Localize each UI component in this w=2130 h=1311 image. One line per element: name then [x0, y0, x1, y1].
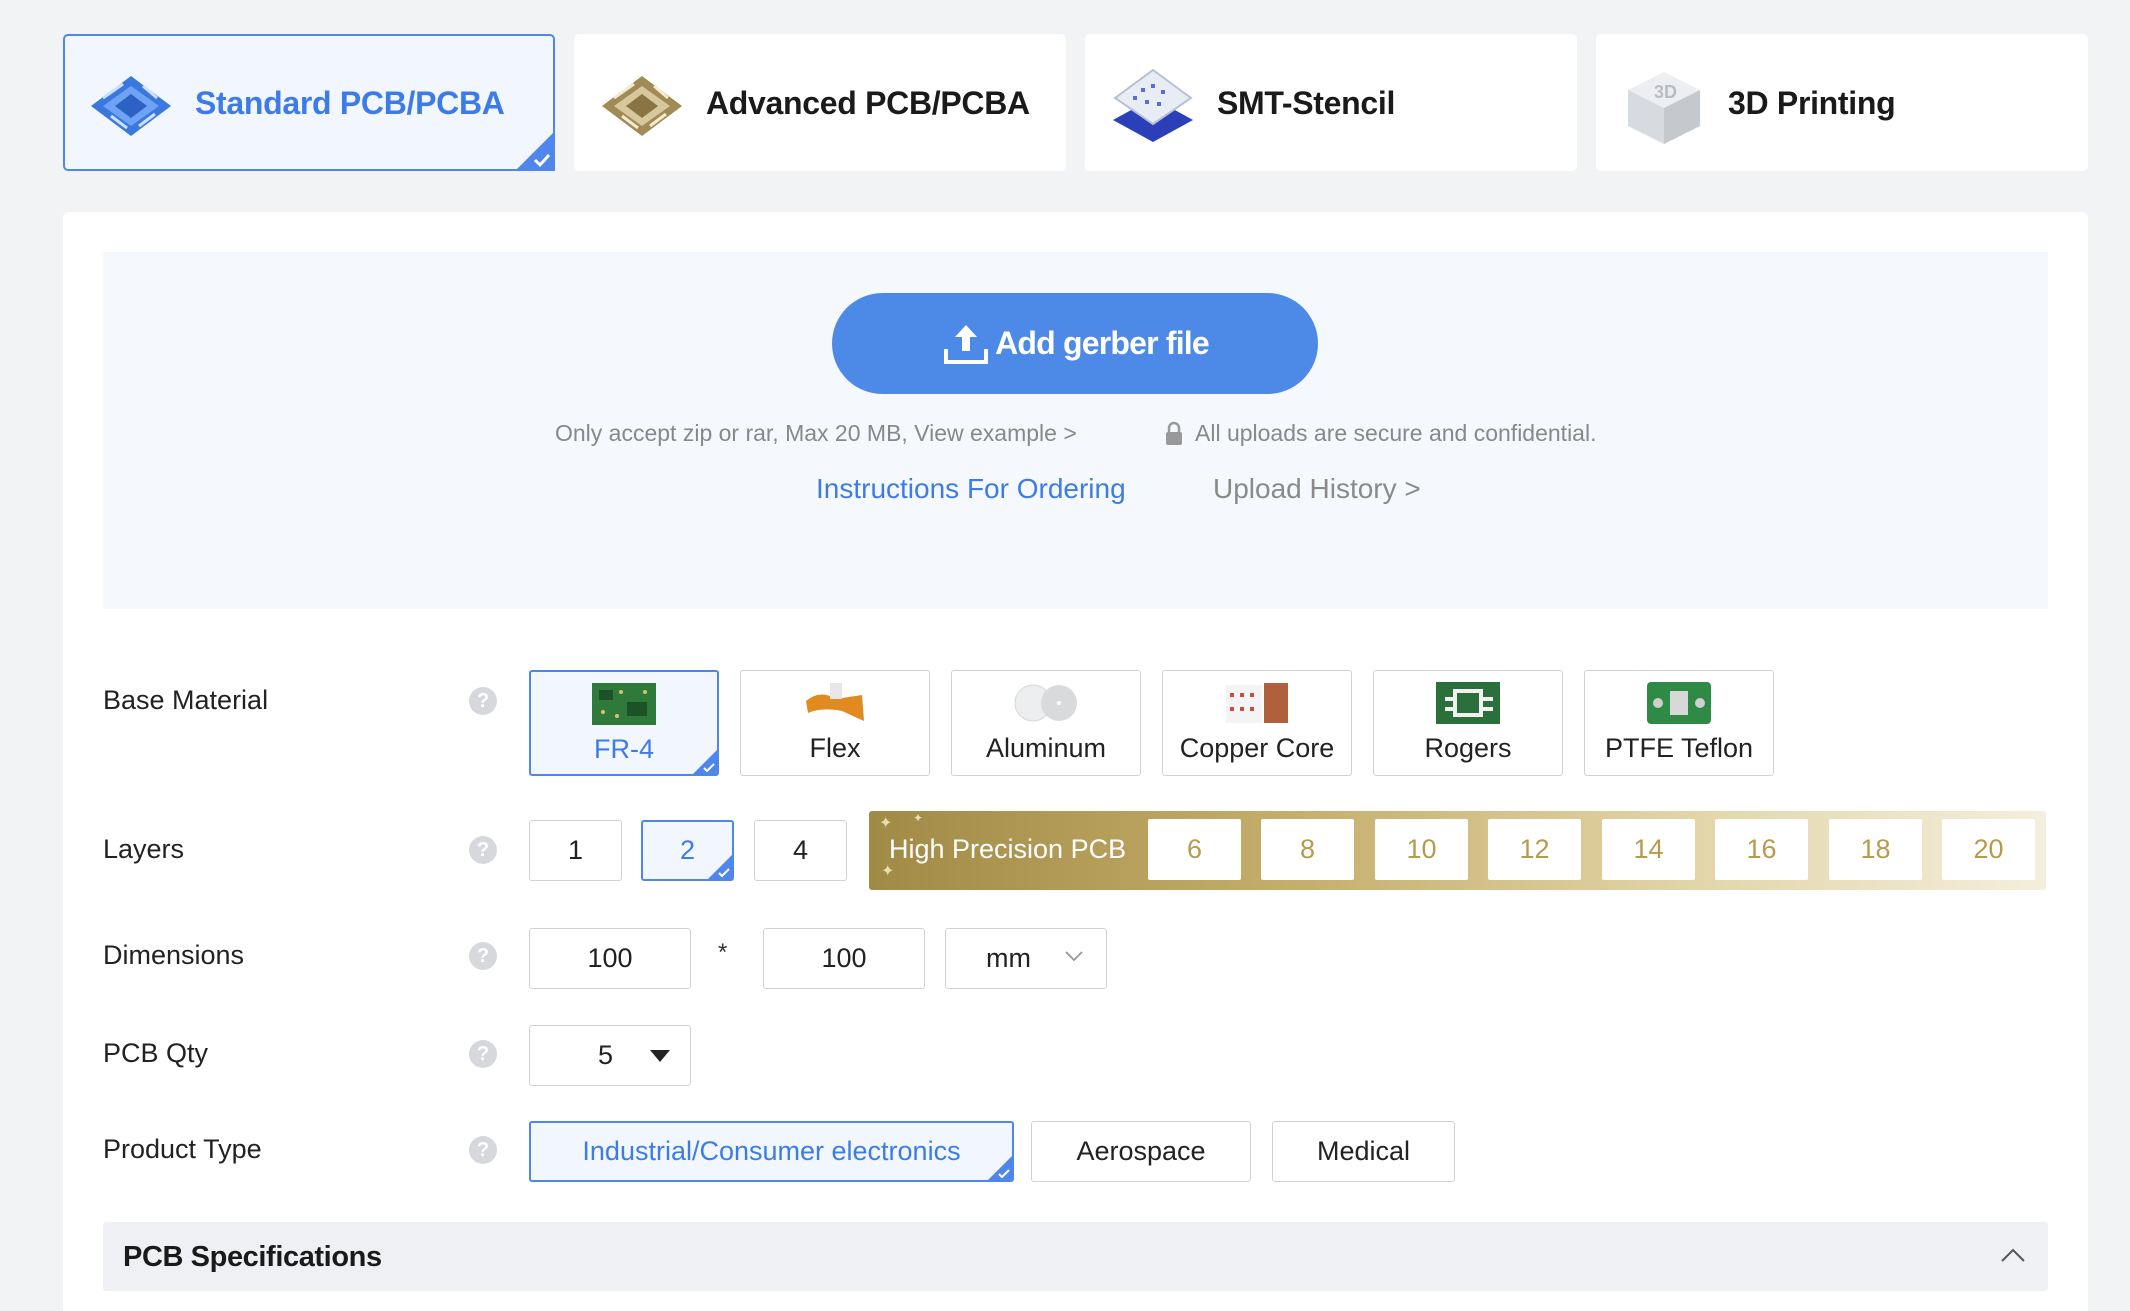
ptfe-board-icon [1647, 682, 1711, 724]
tab-label: SMT-Stencil [1217, 85, 1396, 121]
layer-option-16[interactable]: 16 [1715, 819, 1808, 880]
smt-stencil-icon [1113, 68, 1193, 142]
service-tabs: Standard PCB/PCBA Advanced PCB/PCBA SMT-… [63, 34, 2088, 171]
layer-option-6[interactable]: 6 [1148, 819, 1241, 880]
product-type-label: Industrial/Consumer electronics [582, 1136, 961, 1166]
pcb-qty-label: PCB Qty [103, 1038, 209, 1068]
upload-note[interactable]: Only accept zip or rar, Max 20 MB, View … [555, 420, 1077, 447]
material-fr4[interactable]: FR-4 [529, 670, 719, 776]
add-gerber-button[interactable]: Add gerber file [832, 293, 1318, 394]
flex-board-icon [806, 683, 864, 721]
3d-cube-icon: 3D [1628, 72, 1700, 144]
chevron-up-icon[interactable] [2000, 1247, 2026, 1263]
dimensions-label: Dimensions [103, 940, 245, 970]
pcb-specifications-header[interactable]: PCB Specifications [103, 1222, 2048, 1291]
help-icon[interactable]: ? [469, 1136, 497, 1164]
product-type-aerospace[interactable]: Aerospace [1031, 1121, 1251, 1182]
lock-icon [1166, 421, 1182, 445]
layer-option-4[interactable]: 4 [754, 820, 847, 881]
upload-history-link[interactable]: Upload History > [1213, 473, 1421, 505]
pcb-qty-value: 5 [598, 1040, 614, 1070]
material-label: Rogers [1424, 733, 1512, 763]
selected-check-icon [708, 855, 732, 879]
tab-label: Advanced PCB/PCBA [706, 85, 1030, 121]
instructions-link[interactable]: Instructions For Ordering [816, 473, 1126, 505]
pcb-chip-blue-icon [91, 76, 171, 136]
unit-value: mm [986, 943, 1031, 973]
material-label: PTFE Teflon [1604, 733, 1754, 763]
tab-advanced-pcb[interactable]: Advanced PCB/PCBA [574, 34, 1066, 171]
layer-option-label: 2 [679, 835, 696, 865]
rogers-board-icon [1436, 682, 1500, 724]
fr4-board-icon [592, 683, 656, 725]
material-label: FR-4 [594, 734, 654, 764]
material-label: Copper Core [1179, 733, 1335, 763]
material-label: Flex [809, 733, 861, 763]
layer-option-18[interactable]: 18 [1829, 819, 1922, 880]
material-rogers[interactable]: Rogers [1373, 670, 1563, 776]
unit-select[interactable]: mm [945, 928, 1107, 989]
dimension-height-input[interactable]: 100 [763, 928, 925, 989]
selected-check-icon [515, 131, 555, 171]
caret-down-icon [650, 1050, 670, 1062]
high-precision-label: High Precision PCB [889, 834, 1127, 864]
tab-label: Standard PCB/PCBA [195, 85, 505, 121]
upload-icon [944, 324, 989, 364]
pcb-specifications-title: PCB Specifications [123, 1241, 382, 1273]
base-material-label: Base Material [103, 685, 269, 715]
layers-label: Layers [103, 834, 185, 864]
help-icon[interactable]: ? [469, 836, 497, 864]
quote-panel: Add gerber file Only accept zip or rar, … [63, 212, 2088, 1311]
sparkle-icon: ✦ [879, 815, 893, 832]
chevron-down-icon [1065, 951, 1083, 962]
layer-option-2[interactable]: 2 [641, 820, 734, 881]
help-icon[interactable]: ? [469, 687, 497, 715]
sparkle-icon: ✦ [913, 811, 924, 825]
layer-option-14[interactable]: 14 [1602, 819, 1695, 880]
copper-core-board-icon [1226, 683, 1288, 723]
material-flex[interactable]: Flex [740, 670, 930, 776]
material-aluminum[interactable]: Aluminum [951, 670, 1141, 776]
selected-check-icon [988, 1156, 1012, 1180]
tab-label: 3D Printing [1728, 85, 1896, 121]
tab-smt-stencil[interactable]: SMT-Stencil [1085, 34, 1577, 171]
material-ptfe-teflon[interactable]: PTFE Teflon [1584, 670, 1774, 776]
layer-option-12[interactable]: 12 [1488, 819, 1581, 880]
help-icon[interactable]: ? [469, 1040, 497, 1068]
layer-option-20[interactable]: 20 [1942, 819, 2035, 880]
product-type-label: Product Type [103, 1134, 262, 1164]
add-gerber-label: Add gerber file [995, 325, 1210, 361]
material-copper-core[interactable]: Copper Core [1162, 670, 1352, 776]
tab-3d-printing[interactable]: 3D 3D Printing [1596, 34, 2088, 171]
svg-text:3D: 3D [1654, 82, 1677, 102]
aluminum-board-icon [1014, 684, 1077, 722]
layer-option-1[interactable]: 1 [529, 820, 622, 881]
upload-area[interactable]: Add gerber file Only accept zip or rar, … [103, 252, 2048, 609]
product-type-industrial[interactable]: Industrial/Consumer electronics [529, 1121, 1014, 1182]
high-precision-group: ✦ ✦ ✦ High Precision PCB 6 8 10 12 14 16… [869, 811, 2046, 890]
secure-text: All uploads are secure and confidential. [1195, 420, 1597, 446]
secure-note: All uploads are secure and confidential. [1163, 420, 1596, 447]
product-type-medical[interactable]: Medical [1272, 1121, 1455, 1182]
layer-option-10[interactable]: 10 [1375, 819, 1468, 880]
selected-check-icon [693, 750, 717, 774]
layer-option-8[interactable]: 8 [1261, 819, 1354, 880]
dimension-width-input[interactable]: 100 [529, 928, 691, 989]
dimension-separator: * [718, 939, 728, 966]
material-label: Aluminum [985, 733, 1107, 763]
pcb-qty-select[interactable]: 5 [529, 1025, 691, 1086]
help-icon[interactable]: ? [469, 942, 497, 970]
tab-standard-pcb[interactable]: Standard PCB/PCBA [63, 34, 555, 171]
pcb-chip-gold-icon [602, 76, 682, 136]
